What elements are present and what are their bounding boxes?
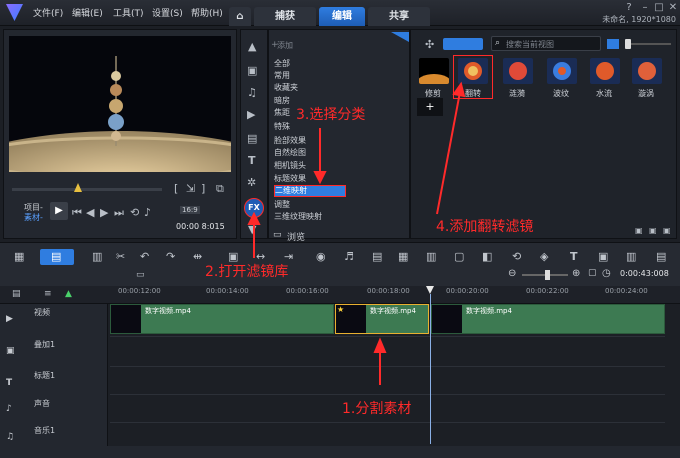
annotation-step2: 2.打开滤镜库 <box>205 264 289 280</box>
annotation-step4: 4.添加翻转滤镜 <box>436 219 534 235</box>
annotation-step3: 3.选择分类 <box>296 107 366 123</box>
annotation-arrows <box>247 81 466 385</box>
annotation-step1: 1.分割素材 <box>342 401 412 417</box>
